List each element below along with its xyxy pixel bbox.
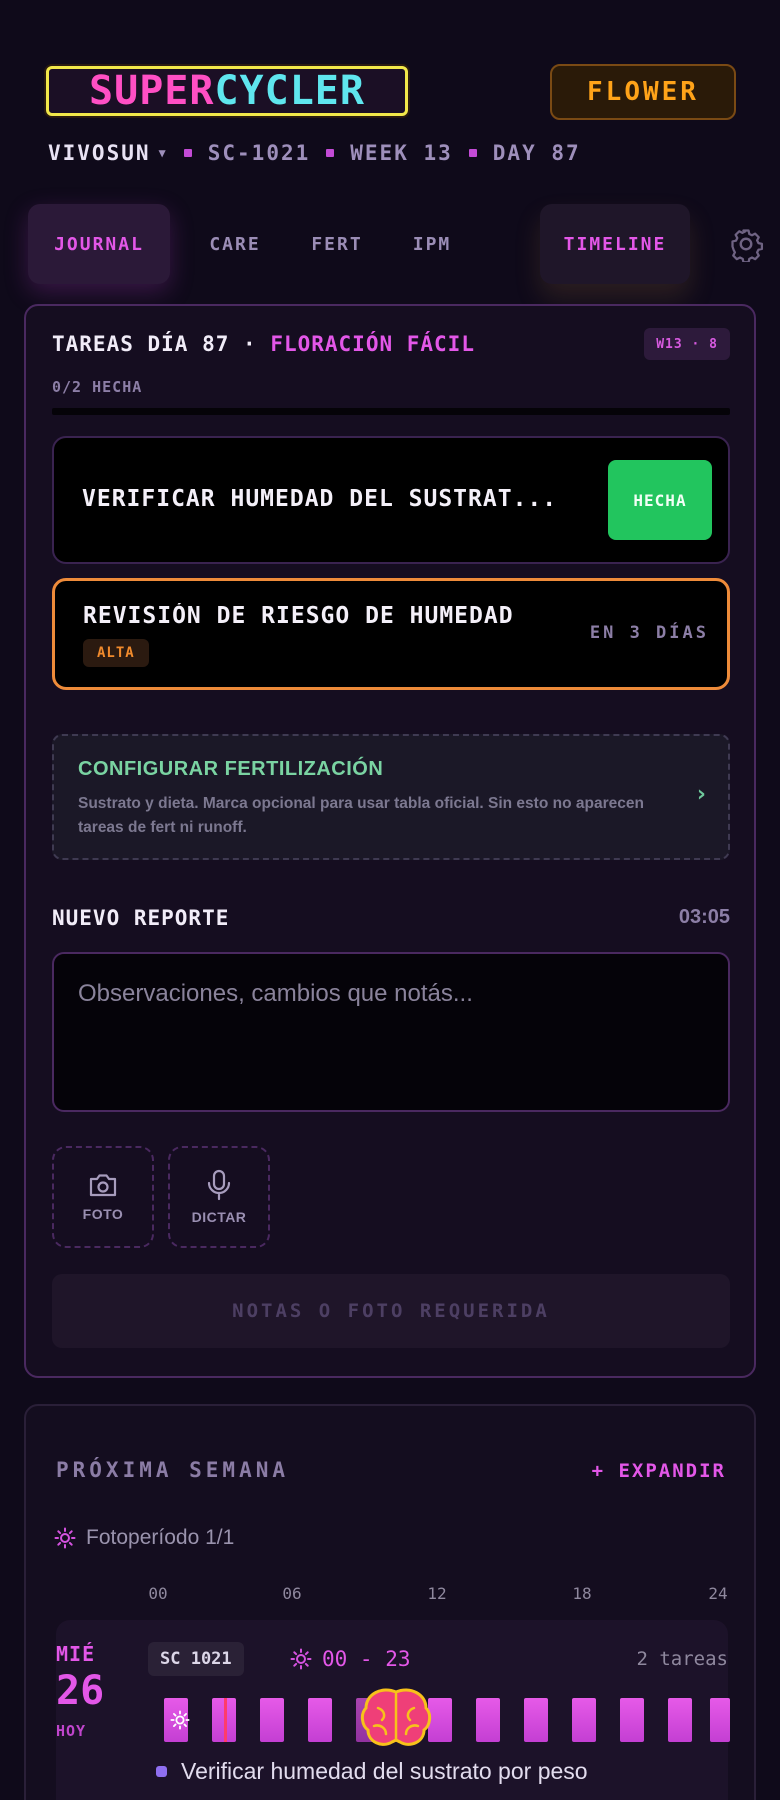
expand-button[interactable]: + EXPANDIR bbox=[592, 1460, 726, 1482]
today-label: HOY bbox=[56, 1722, 87, 1740]
hour-tick: 18 bbox=[572, 1584, 592, 1603]
due-label: EN 3 DÍAS bbox=[589, 623, 709, 643]
next-week-title: PRÓXIMA SEMANA bbox=[56, 1458, 290, 1482]
task-text: Verificar humedad del sustrato por peso bbox=[181, 1758, 588, 1784]
fert-title: CONFIGURAR FERTILIZACIÓN bbox=[78, 758, 384, 780]
brain-icon bbox=[360, 1688, 432, 1746]
mark-done-button[interactable]: HECHA bbox=[608, 460, 712, 540]
microphone-icon bbox=[207, 1169, 231, 1201]
gear-icon[interactable] bbox=[728, 226, 764, 262]
hour-tick: 12 bbox=[427, 1584, 447, 1603]
light-segment bbox=[476, 1698, 500, 1742]
light-range: 00 - 23 bbox=[290, 1642, 411, 1676]
hour-tick: 00 bbox=[148, 1584, 168, 1603]
next-week-card: PRÓXIMA SEMANA + EXPANDIR Fotoperíodo 1/… bbox=[24, 1404, 756, 1800]
plant-chip: SC 1021 bbox=[148, 1642, 244, 1676]
tasks-title-prefix: TAREAS DÍA 87 · bbox=[52, 332, 257, 356]
light-segment bbox=[260, 1698, 284, 1742]
observations-input[interactable] bbox=[52, 952, 730, 1112]
plant-meta: VIVOSUN ▼ SC-1021 WEEK 13 DAY 87 bbox=[48, 138, 581, 168]
task-name: REVISIÓN DE RIESGO DE HUMEDAD bbox=[83, 603, 514, 629]
plant-id: SC-1021 bbox=[207, 141, 311, 165]
photoperiod-label: Fotoperíodo 1/1 bbox=[54, 1526, 234, 1550]
sun-icon bbox=[290, 1648, 312, 1670]
photo-label: FOTO bbox=[82, 1206, 124, 1222]
report-time: 03:05 bbox=[678, 906, 730, 928]
tab-fert[interactable]: FERT bbox=[292, 204, 382, 284]
app-logo: SUPER CYCLER bbox=[46, 66, 408, 116]
progress-bar bbox=[52, 408, 730, 415]
sun-icon bbox=[170, 1710, 190, 1730]
task-name: VERIFICAR HUMEDAD DEL SUSTRAT... bbox=[82, 486, 558, 512]
dictate-label: DICTAR bbox=[191, 1209, 247, 1225]
camera-icon bbox=[89, 1174, 117, 1197]
task-card-high-priority[interactable]: REVISIÓN DE RIESGO DE HUMEDAD ALTA EN 3 … bbox=[52, 578, 730, 690]
light-segment bbox=[710, 1698, 730, 1742]
light-segment bbox=[620, 1698, 644, 1742]
tab-bar: JOURNAL CARE FERT IPM TIMELINE bbox=[28, 204, 764, 284]
week-label: WEEK 13 bbox=[350, 141, 453, 165]
hour-tick: 24 bbox=[708, 1584, 728, 1603]
separator-dot bbox=[468, 149, 477, 157]
logo-text-cycler: CYCLER bbox=[214, 68, 365, 114]
sun-icon bbox=[54, 1527, 76, 1549]
report-title: NUEVO REPORTE bbox=[52, 906, 230, 930]
light-segment bbox=[308, 1698, 332, 1742]
separator-dot bbox=[326, 149, 335, 157]
task-count: 2 tareas bbox=[636, 1648, 728, 1670]
day-number: 26 bbox=[56, 1668, 105, 1714]
submit-report-button[interactable]: NOTAS O FOTO REQUERIDA bbox=[52, 1274, 730, 1348]
tab-timeline[interactable]: TIMELINE bbox=[540, 204, 690, 284]
progress-label: 0/2 HECHA bbox=[52, 378, 143, 396]
bullet bbox=[156, 1766, 167, 1777]
light-range-text: 00 - 23 bbox=[322, 1647, 411, 1671]
hour-tick: 06 bbox=[282, 1584, 302, 1603]
configure-fertilization-banner[interactable]: CONFIGURAR FERTILIZACIÓN Sustrato y diet… bbox=[52, 734, 730, 860]
separator-dot bbox=[183, 149, 192, 157]
tab-care[interactable]: CARE bbox=[188, 204, 282, 284]
logo-text-super: SUPER bbox=[89, 68, 215, 114]
tasks-title-highlight: FLORACIÓN FÁCIL bbox=[270, 332, 475, 356]
hour-axis: 00 06 12 18 24 bbox=[126, 1584, 766, 1604]
day-row[interactable]: MIÉ 26 HOY SC 1021 00 - 23 2 tareas Veri… bbox=[56, 1620, 730, 1800]
day-name: MIÉ bbox=[56, 1642, 96, 1666]
tab-ipm[interactable]: IPM bbox=[392, 204, 472, 284]
photoperiod-text: Fotoperíodo 1/1 bbox=[86, 1526, 235, 1549]
dictate-button[interactable]: DICTAR bbox=[168, 1146, 270, 1248]
light-schedule-bar bbox=[164, 1688, 730, 1746]
light-segment bbox=[668, 1698, 692, 1742]
chevron-down-icon[interactable]: ▼ bbox=[159, 146, 168, 160]
tasks-card: TAREAS DÍA 87 · FLORACIÓN FÁCIL W13 · 8 … bbox=[24, 304, 756, 1378]
tasks-title: TAREAS DÍA 87 · FLORACIÓN FÁCIL bbox=[52, 332, 475, 356]
current-time-marker bbox=[224, 1698, 227, 1742]
fert-description: Sustrato y dieta. Marca opcional para us… bbox=[78, 795, 644, 836]
photo-button[interactable]: FOTO bbox=[52, 1146, 154, 1248]
brand-selector[interactable]: VIVOSUN bbox=[48, 141, 151, 165]
list-item[interactable]: Verificar humedad del sustrato por peso bbox=[156, 1758, 588, 1785]
chevron-right-icon: › bbox=[696, 782, 706, 807]
day-label: DAY 87 bbox=[492, 141, 581, 165]
priority-badge: ALTA bbox=[83, 639, 149, 667]
stage-button[interactable]: FLOWER bbox=[550, 64, 736, 120]
task-card: VERIFICAR HUMEDAD DEL SUSTRAT... HECHA bbox=[52, 436, 730, 564]
week-day-badge: W13 · 8 bbox=[644, 328, 730, 360]
light-segment bbox=[572, 1698, 596, 1742]
light-segment bbox=[524, 1698, 548, 1742]
tab-journal[interactable]: JOURNAL bbox=[28, 204, 170, 284]
